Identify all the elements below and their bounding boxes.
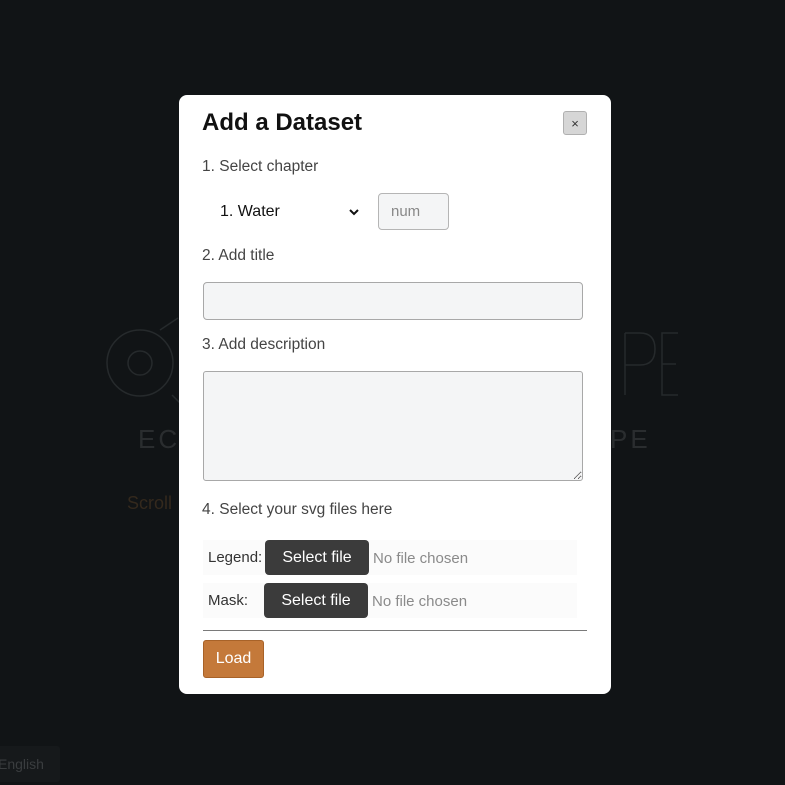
description-textarea[interactable] bbox=[203, 371, 583, 481]
chevron-down-icon bbox=[349, 209, 359, 216]
legend-label: Legend: bbox=[208, 549, 263, 566]
step2-label: 2. Add title bbox=[202, 247, 275, 264]
background-logo-text-left: EC bbox=[138, 424, 181, 454]
mask-select-file-button[interactable]: Select file bbox=[264, 583, 368, 618]
mask-file-row: Mask: Select file No file chosen bbox=[203, 583, 577, 618]
background-language-button: English bbox=[0, 746, 60, 782]
close-button[interactable]: × bbox=[563, 111, 587, 135]
background-logo-text-right: PE bbox=[610, 424, 651, 454]
add-dataset-modal: Add a Dataset × 1. Select chapter 1. Wat… bbox=[179, 95, 611, 694]
chapter-select-value: 1. Water bbox=[220, 203, 280, 220]
modal-title: Add a Dataset bbox=[202, 109, 363, 136]
chapter-select[interactable]: 1. Water bbox=[206, 197, 362, 227]
legend-file-row: Legend: Select file No file chosen bbox=[203, 540, 577, 575]
background-scroll-hint: Scroll bbox=[127, 493, 173, 513]
load-button[interactable]: Load bbox=[203, 640, 264, 678]
legend-file-status: No file chosen bbox=[373, 550, 469, 567]
step4-label: 4. Select your svg files here bbox=[202, 501, 393, 518]
mask-file-status: No file chosen bbox=[372, 593, 468, 610]
chapter-number-input[interactable] bbox=[378, 193, 449, 230]
step1-label: 1. Select chapter bbox=[202, 158, 319, 175]
divider bbox=[203, 630, 587, 631]
step3-label: 3. Add description bbox=[202, 336, 326, 353]
legend-select-file-button[interactable]: Select file bbox=[265, 540, 369, 575]
mask-label: Mask: bbox=[208, 592, 249, 609]
title-input[interactable] bbox=[203, 282, 583, 320]
